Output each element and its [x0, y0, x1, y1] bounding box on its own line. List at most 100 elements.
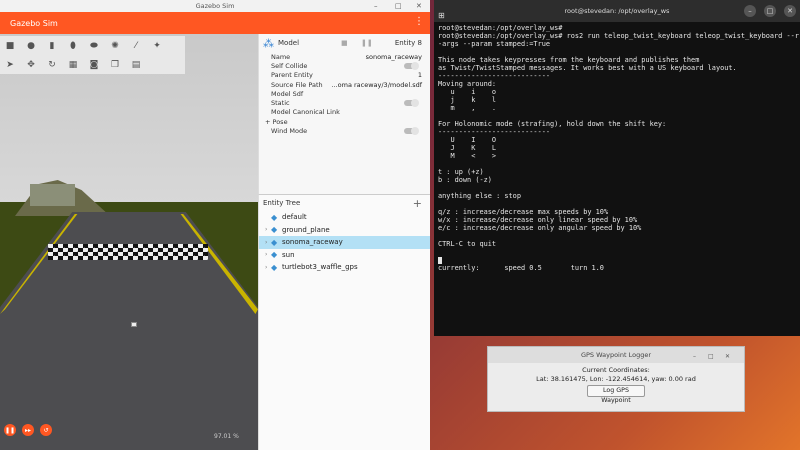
terminal-line: anything else : stop: [438, 192, 521, 200]
terminal-line: ---------------------------: [438, 128, 551, 136]
select-icon[interactable]: ➤: [4, 59, 16, 71]
pause-icon[interactable]: ❚❚: [361, 39, 373, 47]
toggle-switch[interactable]: [404, 61, 419, 70]
inspector-row-label: Self Collide: [271, 61, 308, 70]
close-icon[interactable]: ✕: [784, 5, 796, 17]
inspector-row-label: Parent Entity: [271, 71, 313, 80]
terminal-line: j k l: [438, 96, 497, 104]
inspector-row: Self Collide: [259, 61, 430, 70]
terminal-line: w/x : increase/decrease only linear spee…: [438, 216, 638, 224]
close-icon[interactable]: ✕: [416, 0, 422, 12]
lock-icon[interactable]: ■: [341, 39, 348, 47]
gazebo-window-title: Gazebo Sim: [195, 2, 235, 10]
inspector-row-value: 1: [417, 71, 422, 80]
point-light-icon[interactable]: ✺: [109, 40, 121, 52]
grid-icon[interactable]: ▦: [67, 59, 79, 71]
terminal-line: Moving around:: [438, 80, 497, 88]
gps-logger-titlebar: GPS Waypoint Logger – □ ✕: [488, 347, 744, 363]
inspector-row-label: Static: [271, 99, 290, 108]
gps-logger-window: GPS Waypoint Logger – □ ✕ Current Coordi…: [487, 346, 745, 412]
inspector-row-value: sonoma_raceway: [365, 52, 422, 61]
screenshot-icon[interactable]: ◙: [88, 59, 100, 71]
terminal-line: -args --param stamped:=True: [438, 40, 551, 48]
entity-tree-item[interactable]: › ◆ turtlebot3_waffle_gps: [259, 261, 430, 274]
entity-tree-header: Entity Tree +: [259, 195, 430, 211]
spot-light-icon[interactable]: ✦: [151, 40, 163, 52]
rotate-icon[interactable]: ↻: [46, 59, 58, 71]
scene-3d-viewport[interactable]: [0, 34, 258, 450]
close-icon[interactable]: ✕: [725, 349, 730, 365]
entity-tree-item[interactable]: › ◆ sun: [259, 249, 430, 262]
add-entity-icon[interactable]: +: [413, 197, 422, 210]
box-icon[interactable]: ■: [4, 40, 16, 52]
terminal-line: q/z : increase/decrease max speeds by 10…: [438, 208, 609, 216]
paste-icon[interactable]: ▤: [130, 59, 142, 71]
inspector-row-label: Model Sdf: [271, 89, 304, 98]
inspector-rows: Name sonoma_raceway Self Collide Parent Ent…: [259, 52, 430, 136]
gps-logger-title: GPS Waypoint Logger: [580, 351, 652, 359]
cylinder-icon[interactable]: ▮: [46, 40, 58, 52]
inspector-type-label: Model: [278, 39, 300, 47]
entity-cube-icon: ◆: [271, 262, 278, 272]
terminal-line: root@stevedan:/opt/overlay_ws# ros2 run …: [438, 32, 799, 40]
directional-light-icon[interactable]: ⁄: [130, 40, 142, 52]
capsule-icon[interactable]: ⬮: [67, 40, 79, 52]
toggle-switch[interactable]: [404, 127, 419, 136]
inspector-row-value: ...oma raceway/3/model.sdf: [331, 80, 422, 89]
gazebo-window: Gazebo Sim – □ ✕ Gazebo Sim ⋮ ■ ● ▮ ⬮ ⬬ …: [0, 0, 430, 450]
terminal-line: M < >: [438, 152, 497, 160]
maximize-icon[interactable]: □: [764, 5, 776, 17]
entity-tree-item[interactable]: › ◆ sonoma_raceway: [259, 236, 430, 249]
entity-tree-item[interactable]: ◆ default: [259, 211, 430, 224]
inspector-row: Parent Entity 1: [259, 71, 430, 80]
inspector-row: Name sonoma_raceway: [259, 52, 430, 61]
minimize-icon[interactable]: –: [374, 0, 378, 12]
inspector-header: ⁂ Model ■ ❚❚ Entity 8: [259, 34, 430, 52]
entity-tree: Entity Tree + ◆ default › ◆ ground_plane › ◆ so…: [258, 194, 430, 450]
translate-icon[interactable]: ✥: [25, 59, 37, 71]
inspector-row-label: Wind Mode: [271, 127, 308, 136]
terminal-line: currently: speed 0.5 turn 1.0: [438, 264, 604, 272]
new-tab-icon[interactable]: ⊞: [438, 5, 445, 27]
inspector-row: Model Canonical Link: [259, 108, 430, 117]
sphere-icon[interactable]: ●: [25, 40, 37, 52]
menu-icon[interactable]: ⋮: [414, 16, 424, 27]
terminal-line: b : down (-z): [438, 176, 492, 184]
terminal-cursor: [438, 256, 442, 264]
scene-building: [30, 184, 75, 206]
scene-robot[interactable]: [131, 322, 137, 327]
inspector-row: Model Sdf: [259, 89, 430, 98]
entity-cube-icon: ◆: [271, 225, 278, 235]
step-button[interactable]: ▸▸: [22, 424, 34, 436]
entity-cube-icon: ◆: [271, 212, 278, 222]
maximize-icon[interactable]: □: [395, 0, 402, 12]
toolbar-row-transform: ➤ ✥ ↻ ▦ ◙ ❐ ▤: [0, 55, 167, 74]
minimize-icon[interactable]: –: [744, 5, 756, 17]
ellipsoid-icon[interactable]: ⬬: [88, 40, 100, 52]
maximize-icon[interactable]: □: [708, 349, 714, 365]
entity-cube-icon: ◆: [271, 250, 278, 260]
pause-button[interactable]: ❚❚: [4, 424, 16, 436]
log-gps-waypoint-button[interactable]: Log GPS Waypoint: [587, 385, 645, 404]
minimize-icon[interactable]: –: [693, 349, 696, 365]
terminal-output[interactable]: root@stevedan:/opt/overlay_ws# root@steve…: [434, 22, 800, 274]
inspector-row-label: Model Canonical Link: [271, 108, 340, 117]
copy-icon[interactable]: ❐: [109, 59, 121, 71]
model-icon: ⁂: [263, 36, 274, 50]
terminal-line: as Twist/TwistStamped messages. It works…: [438, 64, 737, 72]
terminal-line: For Holonomic mode (strafing), hold down…: [438, 120, 667, 128]
terminal-cursor-line: [438, 256, 796, 264]
terminal-line: u i o: [438, 88, 497, 96]
entity-tree-item[interactable]: › ◆ ground_plane: [259, 224, 430, 237]
toggle-switch[interactable]: [404, 99, 419, 108]
inspector-row[interactable]: + Pose: [259, 117, 430, 126]
terminal-window: ⊞ root@stevedan: /opt/overlay_ws – □ ✕ r…: [434, 0, 800, 336]
terminal-title: root@stevedan: /opt/overlay_ws: [564, 7, 670, 15]
reset-button[interactable]: ↺: [40, 424, 52, 436]
terminal-line: J K L: [438, 144, 497, 152]
